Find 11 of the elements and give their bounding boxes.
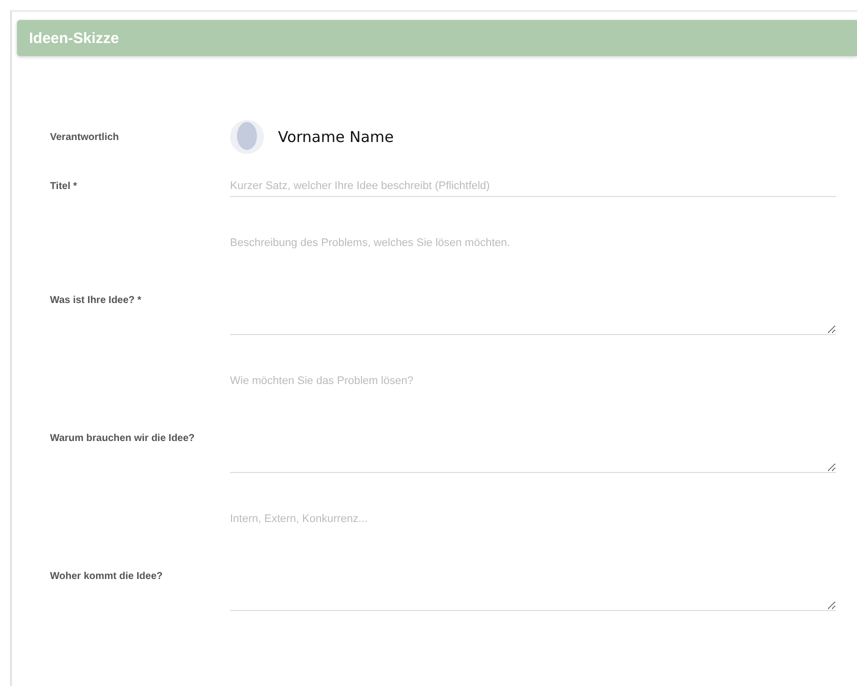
- owner-name: Vorname Name: [278, 128, 394, 146]
- avatar-icon: [230, 120, 264, 154]
- field-label: Titel *: [50, 181, 78, 192]
- panel-title: Ideen-Skizze: [29, 30, 120, 46]
- text-area[interactable]: Wie möchten Sie das Problem lösen?: [230, 373, 836, 473]
- field-label: Warum brauchen wir die Idee?: [50, 432, 196, 446]
- field-label: Verantwortlich: [50, 132, 120, 142]
- field-label: Was ist Ihre Idee? *: [50, 294, 142, 308]
- text-area[interactable]: Intern, Extern, Konkurrenz...: [230, 511, 836, 611]
- text-area[interactable]: Beschreibung des Problems, welches Sie lösen möchten.: [230, 235, 836, 335]
- field-label: Woher kommt die Idee?: [50, 570, 164, 584]
